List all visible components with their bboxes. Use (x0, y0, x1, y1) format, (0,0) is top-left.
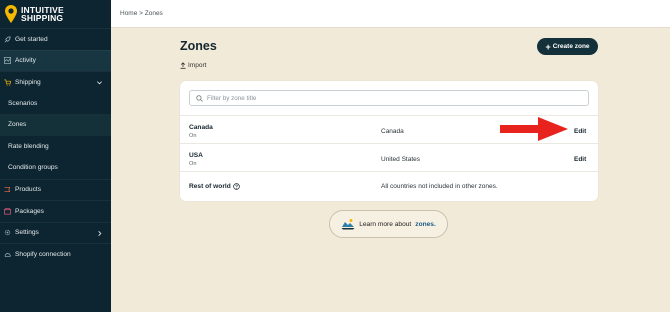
zone-region: United States (381, 156, 421, 163)
sidebar-item-label: Shipping (15, 78, 41, 86)
activity-icon (4, 57, 11, 65)
breadcrumb[interactable]: Home > Zones (120, 10, 163, 17)
zone-name: Rest of world (189, 183, 231, 190)
brand-name: INTUITIVE SHIPPING (21, 5, 64, 23)
zone-name: Canada (189, 124, 213, 131)
sidebar-item-label: Rate blending (8, 142, 49, 150)
sidebar-item-label: Condition groups (8, 164, 58, 172)
search-field[interactable] (189, 90, 589, 106)
sidebar-item-rate-blending[interactable]: Rate blending (0, 136, 111, 158)
sidebar-item-zones[interactable]: Zones (0, 114, 111, 136)
sidebar-item-label: Get started (15, 35, 48, 43)
sidebar-item-condition-groups[interactable]: Condition groups (0, 157, 111, 179)
sidebar-item-get-started[interactable]: Get started (0, 28, 111, 50)
sidebar-item-settings[interactable]: Settings (0, 221, 111, 244)
import-label: Import (188, 62, 207, 69)
import-link[interactable]: Import (180, 62, 206, 69)
table-row[interactable]: USA On United States Edit (180, 143, 598, 171)
learn-more-text: Learn more about (359, 220, 412, 228)
edit-zone-button[interactable]: Edit (574, 156, 586, 163)
zone-region: All countries not included in other zone… (381, 183, 498, 190)
cloud-icon (4, 252, 11, 257)
sidebar: INTUITIVE SHIPPING Get started Activity … (0, 0, 111, 312)
sidebar-item-label: Shopify connection (15, 250, 71, 258)
chevron-down-icon[interactable] (96, 79, 103, 86)
brand-logo[interactable]: INTUITIVE SHIPPING (0, 0, 111, 28)
plus-icon: + (545, 41, 551, 52)
gear-icon (4, 230, 11, 236)
help-icon[interactable] (233, 183, 240, 190)
search-icon (196, 94, 203, 102)
sidebar-nav: Get started Activity Shipping Scenarios … (0, 28, 111, 265)
sidebar-item-scenarios[interactable]: Scenarios (0, 93, 111, 115)
annotation-arrow (500, 117, 568, 141)
sidebar-item-shopify-connection[interactable]: Shopify connection (0, 243, 111, 265)
sidebar-item-products[interactable]: Products (0, 178, 111, 201)
box-icon (4, 207, 11, 215)
sidebar-item-label: Products (15, 186, 42, 194)
zone-name-wrap: Rest of world (189, 183, 240, 190)
sidebar-item-packages[interactable]: Packages (0, 200, 111, 222)
create-zone-label: Create zone (552, 43, 590, 50)
zone-name: USA (189, 152, 203, 159)
cart-icon (4, 79, 11, 86)
learn-more-button[interactable]: Learn more about zones. (329, 210, 448, 238)
sidebar-item-label: Zones (8, 121, 27, 129)
top-bar: Home > Zones (111, 0, 670, 28)
sidebar-item-activity[interactable]: Activity (0, 49, 111, 71)
sidebar-item-label: Packages (15, 207, 44, 215)
chevron-right-icon[interactable] (96, 230, 103, 237)
zone-status: On (189, 133, 197, 139)
zone-region: Canada (381, 128, 404, 135)
sidebar-item-label: Settings (15, 229, 39, 237)
sidebar-item-label: Scenarios (8, 99, 38, 107)
page-title: Zones (180, 39, 217, 53)
zone-status: On (189, 161, 197, 167)
rocket-icon (4, 36, 11, 43)
tag-icon (4, 187, 11, 193)
upload-icon (180, 62, 186, 69)
location-pin-icon (5, 5, 17, 23)
learn-more-link[interactable]: zones. (415, 221, 436, 228)
create-zone-button[interactable]: + Create zone (537, 38, 598, 55)
edit-zone-button[interactable]: Edit (574, 128, 586, 135)
search-input[interactable] (207, 94, 567, 102)
sidebar-item-shipping[interactable]: Shipping (0, 71, 111, 93)
zones-card: Canada On Canada Edit USA On United Stat… (180, 81, 598, 201)
sidebar-item-label: Activity (15, 57, 36, 65)
map-illustration-icon (341, 219, 355, 230)
table-row[interactable]: Rest of world All countries not included… (180, 171, 598, 201)
